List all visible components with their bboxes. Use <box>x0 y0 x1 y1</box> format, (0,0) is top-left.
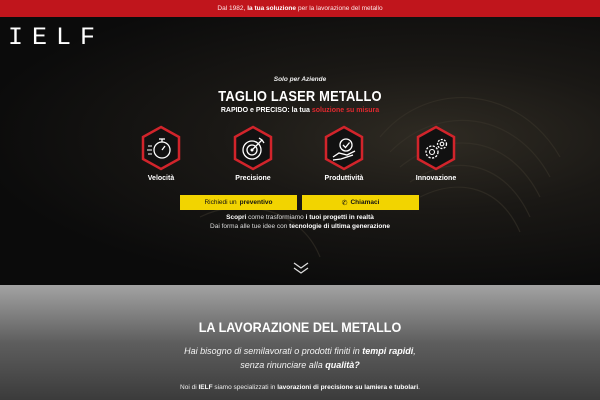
feature-speed: Velocità <box>121 125 201 182</box>
section-body: Noi di IELF siamo specializzati in lavor… <box>0 384 600 391</box>
hero-kicker: Solo per Aziende <box>273 76 327 83</box>
gears-icon <box>416 125 456 171</box>
q1-post: , <box>413 346 416 356</box>
q1-pre: Hai bisogno di semilavorati o prodotti f… <box>184 346 360 356</box>
feature-label: Innovazione <box>415 175 457 182</box>
brand-logo[interactable]: IELF <box>8 23 104 52</box>
section-title: LA LAVORAZIONE DEL METALLO <box>198 319 402 335</box>
feature-label: Velocità <box>147 175 175 182</box>
section-question-1: Hai bisogno di semilavorati o prodotti f… <box>0 346 600 356</box>
call-button[interactable]: ✆ Chiamaci <box>302 195 419 210</box>
info-line-2-b: tecnologie di ultima generazione <box>289 223 390 230</box>
hero-info: Scopri come trasformiamo i tuoi progetti… <box>0 213 600 231</box>
scroll-down-icon[interactable] <box>293 262 309 274</box>
quote-button-bold: preventivo <box>239 199 273 206</box>
announcement-post: per la lavorazione del metallo <box>298 5 383 12</box>
body-brand: IELF <box>198 384 213 391</box>
target-icon <box>233 125 273 171</box>
info-line-2: Dai forma alle tue idee con tecnologie d… <box>0 222 600 231</box>
info-line-1-b: come trasformiamo <box>248 214 304 221</box>
quote-button[interactable]: Richiedi un preventivo <box>180 195 297 210</box>
hand-check-icon <box>324 125 364 171</box>
section-question-2: senza rinunciare alla qualità? <box>0 360 600 370</box>
hero-section: IELF Solo per Aziende TAGLIO LASER METAL… <box>0 17 600 285</box>
info-line-1-c: i tuoi progetti in realtà <box>305 214 374 221</box>
announcement-bar: Dal 1982, la tua soluzione per la lavora… <box>0 0 600 17</box>
q2-pre: senza rinunciare alla <box>240 360 323 370</box>
q1-bold: tempi rapidi <box>362 346 414 356</box>
quote-button-pre: Richiedi un <box>204 199 237 206</box>
hero-subtitle-pre: RAPIDO e PRECISO: la tua <box>220 107 310 114</box>
hero-title: TAGLIO LASER METALLO <box>218 88 382 105</box>
hero-subtitle-highlight: soluzione su misura <box>311 107 380 114</box>
feature-productivity: Produttività <box>304 125 384 182</box>
metalwork-section: LA LAVORAZIONE DEL METALLO Hai bisogno d… <box>0 285 600 400</box>
body-highlight: lavorazioni di precisione su lamiera e t… <box>277 384 419 391</box>
phone-icon: ✆ <box>341 199 348 207</box>
hero-subtitle: RAPIDO e PRECISO: la tua soluzione su mi… <box>0 107 600 114</box>
feature-innovation: Innovazione <box>396 125 476 182</box>
info-line-2-a: Dai forma alle tue idee con <box>210 223 288 230</box>
body-pre: Noi di <box>180 384 197 391</box>
announcement-pre: Dal 1982, <box>217 5 246 12</box>
call-button-label: Chiamaci <box>350 199 380 206</box>
feature-list: Velocità Precisione Produttività Innovaz… <box>0 125 600 205</box>
stopwatch-icon <box>141 125 181 171</box>
announcement-bold: la tua soluzione <box>247 5 297 12</box>
feature-precision: Precisione <box>213 125 293 182</box>
body-post: . <box>418 384 420 391</box>
feature-label: Produttività <box>324 175 364 182</box>
feature-label: Precisione <box>235 175 271 182</box>
q2-bold: qualità? <box>325 360 360 370</box>
info-line-1: Scopri come trasformiamo i tuoi progetti… <box>0 213 600 222</box>
info-line-1-a: Scopri <box>226 214 247 221</box>
body-mid: siamo specializzati in <box>214 384 276 391</box>
